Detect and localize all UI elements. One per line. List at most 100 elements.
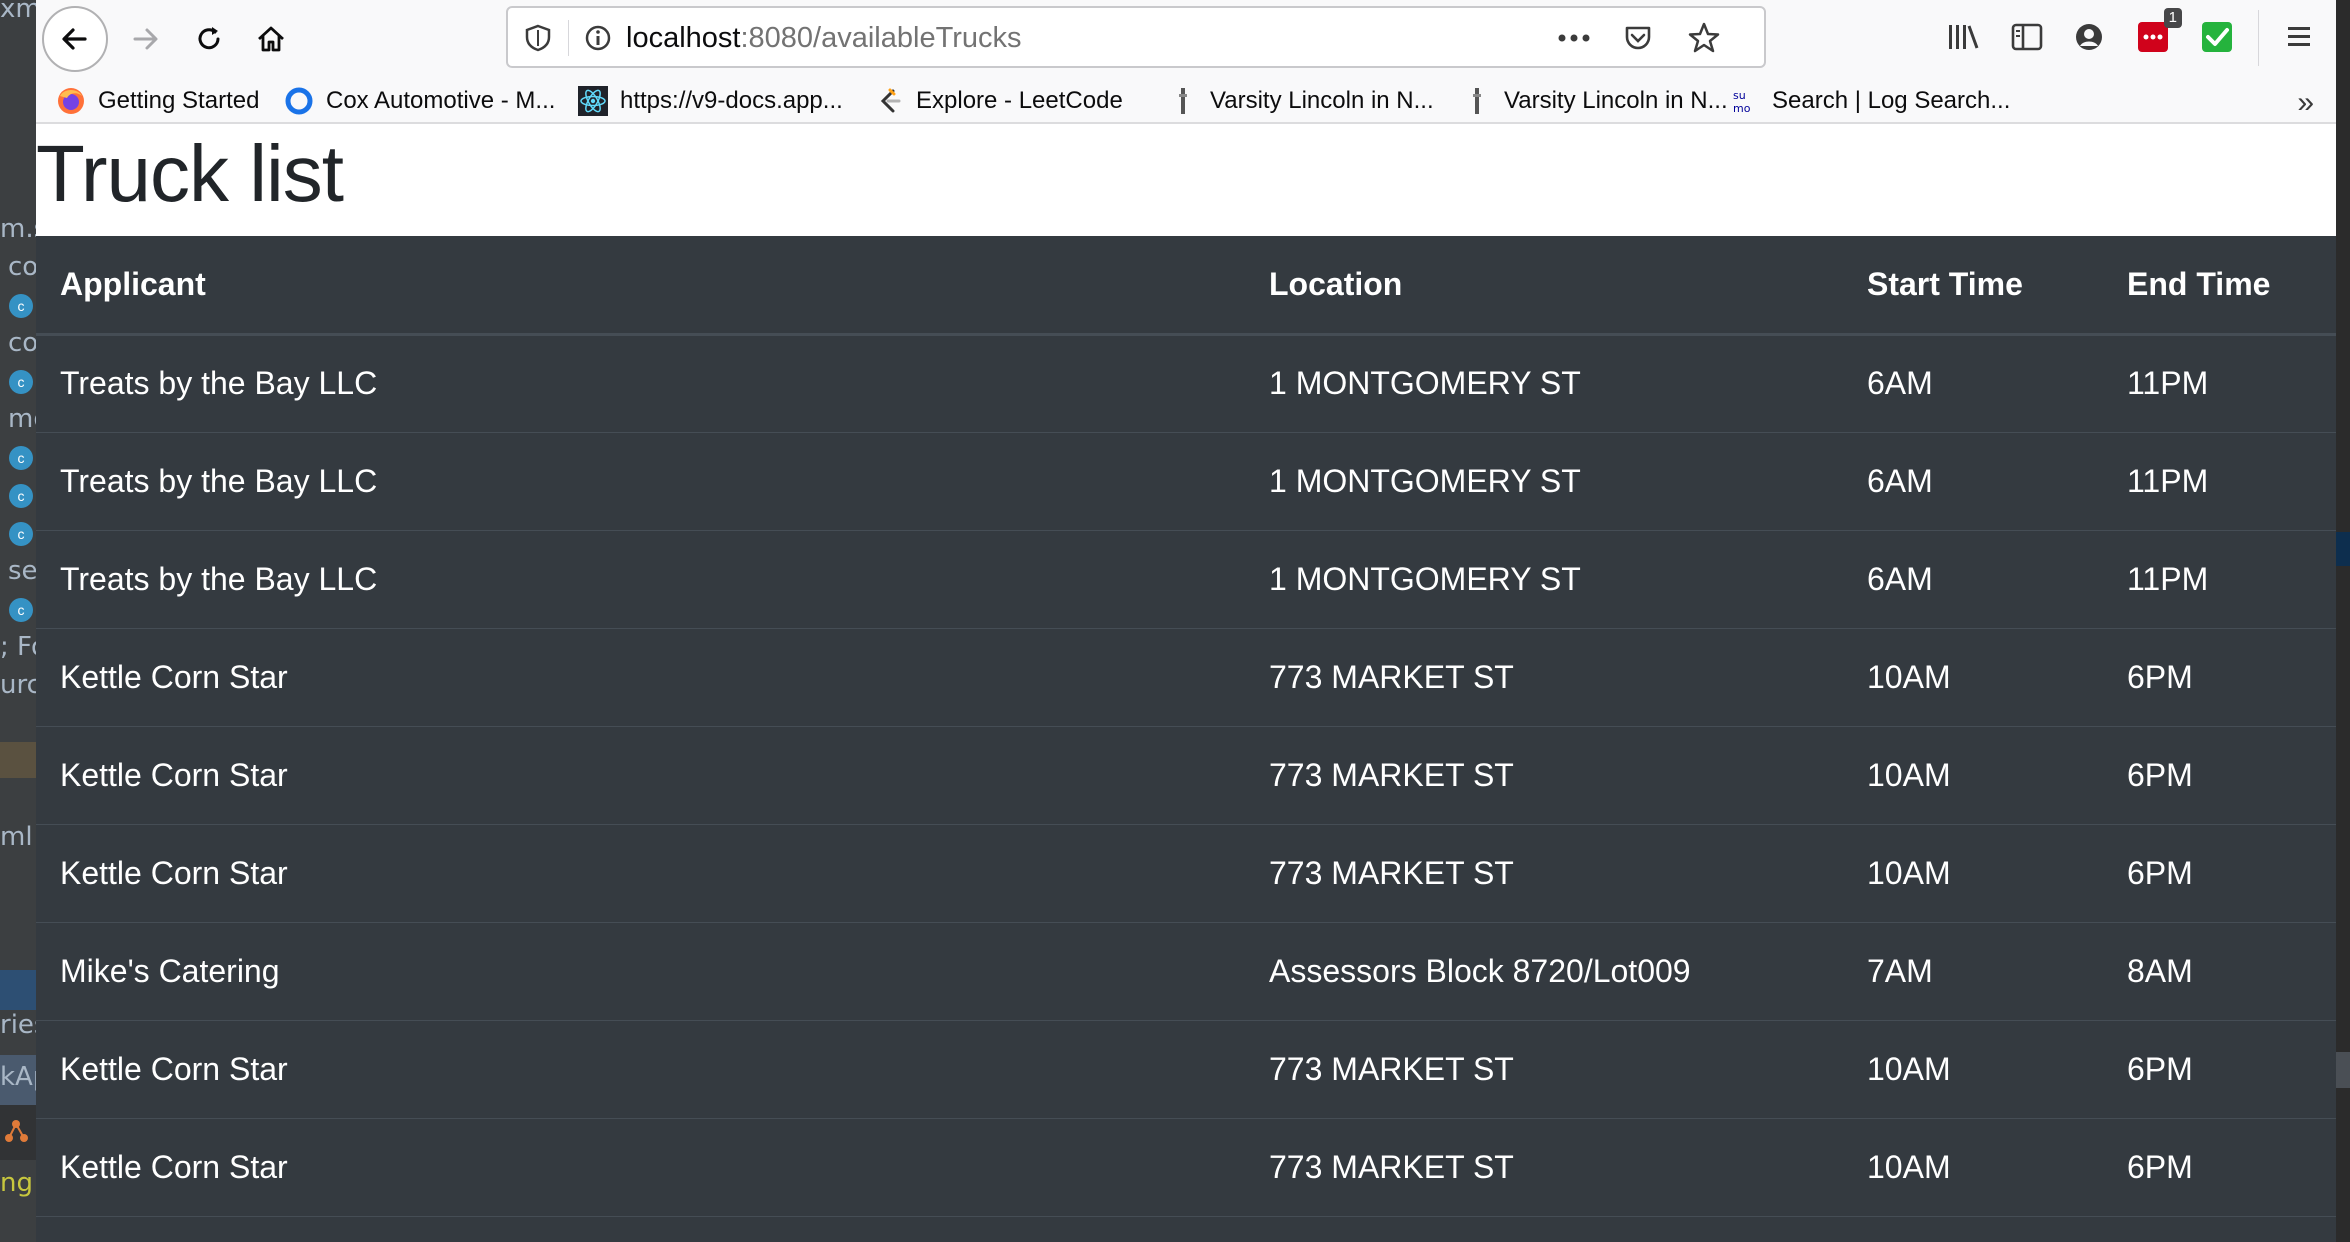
column-header-applicant: Applicant: [36, 236, 1245, 336]
class-icon: c: [9, 522, 33, 546]
table-row: Treats by the Bay LLC 1 MONTGOMERY ST 6A…: [36, 432, 2336, 531]
page-actions-icon[interactable]: [1556, 20, 1592, 56]
bookmark-item[interactable]: Cox Automotive - M...: [284, 84, 555, 118]
ide-text-fragment: co: [8, 328, 36, 358]
location-cell: 1 MONTGOMERY ST: [1245, 432, 1843, 531]
bookmark-item[interactable]: Explore - LeetCode: [874, 84, 1123, 118]
react-icon: [578, 86, 608, 116]
end-time-cell: 6PM: [2103, 1020, 2336, 1119]
table-header-row: Applicant Location Start Time End Time: [36, 236, 2336, 336]
ide-text-fragment: mo: [8, 404, 36, 434]
end-time-cell: 6PM: [2103, 726, 2336, 825]
location-cell: 1 MONTGOMERY ST: [1245, 334, 1843, 433]
bookmark-item[interactable]: Getting Started: [56, 84, 259, 118]
more-bookmarks-icon[interactable]: »: [2297, 86, 2314, 120]
start-time-cell: 10AM: [1843, 726, 2103, 825]
browser-toolbar: localhost:8080/availableTrucks 1: [36, 0, 2336, 78]
sidebar-button[interactable]: [2004, 14, 2050, 60]
start-time-cell: 6AM: [1843, 530, 2103, 629]
bookmark-star-icon[interactable]: [1686, 20, 1722, 56]
ide-highlight-band: [0, 742, 36, 778]
page-title: Truck list: [36, 129, 344, 218]
applicant-cell: Kettle Corn Star: [36, 1020, 1245, 1119]
reload-icon: [198, 27, 220, 50]
bookmark-item[interactable]: Varsity Lincoln in N...: [1168, 84, 1434, 118]
truck-table: Applicant Location Start Time End Time T…: [36, 236, 2336, 1217]
column-header-location: Location: [1245, 236, 1843, 336]
page-content: Truck list Applicant Location Start Time…: [36, 124, 2336, 1242]
checkmark-icon: [2202, 22, 2232, 52]
bookmark-item[interactable]: su mo Search | Log Search...: [1730, 84, 2010, 118]
table-row: Kettle Corn Star 773 MARKET ST 10AM 6PM: [36, 726, 2336, 825]
class-icon: c: [9, 484, 33, 508]
class-icon: c: [9, 294, 33, 318]
applicant-cell: Kettle Corn Star: [36, 1118, 1245, 1217]
start-time-cell: 7AM: [1843, 922, 2103, 1021]
ide-text-fragment: kAp: [0, 1062, 36, 1092]
account-button[interactable]: [2066, 14, 2112, 60]
start-time-cell: 10AM: [1843, 1020, 2103, 1119]
class-icon: c: [9, 598, 33, 622]
start-time-cell: 6AM: [1843, 432, 2103, 531]
truck-table-container: Applicant Location Start Time End Time T…: [36, 236, 2336, 1242]
extension-button[interactable]: 1: [2130, 8, 2182, 60]
sumo-icon: su mo: [1730, 86, 1760, 116]
start-time-cell: 6AM: [1843, 334, 2103, 433]
location-cell: 773 MARKET ST: [1245, 628, 1843, 727]
shield-icon[interactable]: [520, 20, 556, 56]
firefox-icon: [56, 86, 86, 116]
location-cell: 773 MARKET ST: [1245, 1118, 1843, 1217]
bookmarks-toolbar: Getting Started Cox Automotive - M... ht…: [36, 78, 2336, 124]
library-button[interactable]: [1940, 14, 1986, 60]
svg-text:mo: mo: [1733, 102, 1751, 115]
bookmark-item[interactable]: Varsity Lincoln in N...: [1462, 84, 1728, 118]
location-cell: 773 MARKET ST: [1245, 726, 1843, 825]
url-bar[interactable]: localhost:8080/availableTrucks: [506, 6, 1766, 68]
table-row: Treats by the Bay LLC 1 MONTGOMERY ST 6A…: [36, 530, 2336, 629]
info-icon[interactable]: [580, 20, 616, 56]
menu-button[interactable]: [2276, 14, 2322, 60]
ide-text-fragment: xm: [0, 0, 36, 24]
applicant-cell: Kettle Corn Star: [36, 628, 1245, 727]
forward-arrow-icon: [133, 28, 158, 50]
ide-text-fragment: co: [8, 252, 36, 282]
ide-text-fragment: ; Fo: [0, 632, 36, 662]
start-time-cell: 10AM: [1843, 628, 2103, 727]
end-time-cell: 11PM: [2103, 530, 2336, 629]
column-header-start-time: Start Time: [1843, 236, 2103, 336]
bookmark-item[interactable]: https://v9-docs.app...: [578, 84, 843, 118]
background-ide-panel: xm m.s co c co c mo c c c se c ; Fo urce…: [0, 0, 36, 1242]
end-time-cell: 6PM: [2103, 1118, 2336, 1217]
url-text[interactable]: localhost:8080/availableTrucks: [626, 22, 1022, 55]
location-cell: 773 MARKET ST: [1245, 824, 1843, 923]
pocket-icon[interactable]: [1620, 20, 1656, 56]
background-window-edge: [2336, 0, 2350, 1242]
class-icon: c: [9, 370, 33, 394]
applicant-cell: Treats by the Bay LLC: [36, 432, 1245, 531]
end-time-cell: 6PM: [2103, 628, 2336, 727]
page-icon: [1168, 86, 1198, 116]
checkmark-extension-button[interactable]: [2194, 14, 2240, 60]
page-icon: [1462, 86, 1492, 116]
ide-selection-band: [0, 970, 36, 1010]
table-row: Kettle Corn Star 773 MARKET ST 10AM 6PM: [36, 1118, 2336, 1217]
notification-badge: 1: [2163, 8, 2182, 28]
applicant-cell: Treats by the Bay LLC: [36, 530, 1245, 629]
ide-text-fragment: se: [8, 556, 36, 586]
applicant-cell: Kettle Corn Star: [36, 726, 1245, 825]
reload-button[interactable]: [176, 6, 242, 72]
back-button[interactable]: [42, 6, 108, 72]
circle-icon: [284, 86, 314, 116]
leetcode-icon: [874, 86, 904, 116]
hamburger-icon: [2288, 27, 2310, 46]
browser-window: localhost:8080/availableTrucks 1 Getting…: [36, 0, 2336, 1242]
end-time-cell: 6PM: [2103, 824, 2336, 923]
ide-text-fragment: ng: [0, 1168, 33, 1198]
table-row: Kettle Corn Star 773 MARKET ST 10AM 6PM: [36, 1020, 2336, 1119]
ide-text-fragment: ml: [0, 822, 33, 852]
end-time-cell: 11PM: [2103, 334, 2336, 433]
library-icon: [1949, 25, 1979, 49]
home-button[interactable]: [238, 6, 304, 72]
forward-button[interactable]: [112, 6, 178, 72]
location-cell: 773 MARKET ST: [1245, 1020, 1843, 1119]
